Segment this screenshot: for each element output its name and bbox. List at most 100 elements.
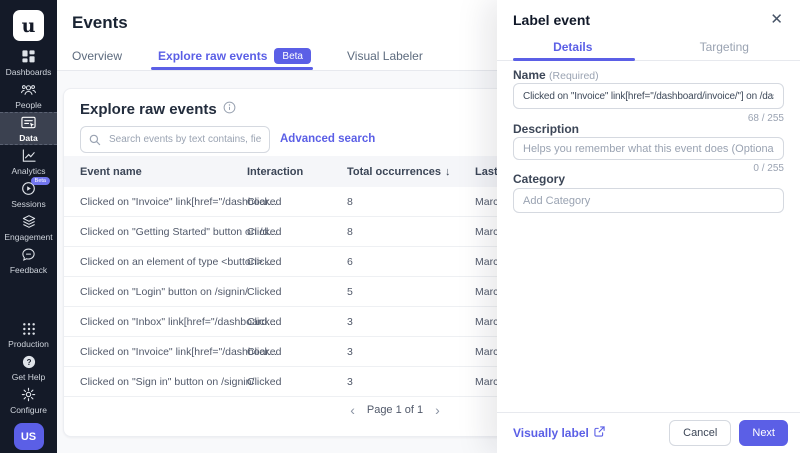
- cell-interaction: Clicked: [247, 316, 281, 328]
- tab-label: Visual Labeler: [347, 49, 423, 63]
- sidebar-label: Analytics: [11, 166, 45, 176]
- sidebar-nav: Dashboards People Data Analytics: [0, 46, 57, 277]
- cell-interaction: Clicked: [247, 376, 281, 388]
- sidebar-item-get-help[interactable]: ? Get Help: [0, 351, 57, 384]
- sidebar-item-people[interactable]: People: [0, 79, 57, 112]
- page-title: Events: [72, 13, 128, 33]
- production-icon: [22, 321, 36, 337]
- search-input[interactable]: [80, 126, 270, 153]
- beta-badge: Beta: [274, 48, 311, 64]
- category-field-label: Category: [513, 172, 565, 186]
- sidebar-label: Get Help: [12, 372, 46, 382]
- sessions-icon: Beta: [21, 181, 36, 197]
- sidebar-label: Dashboards: [6, 67, 52, 77]
- name-field[interactable]: [513, 83, 784, 109]
- sidebar-label: Configure: [10, 405, 47, 415]
- cell-total: 5: [347, 286, 353, 298]
- page-prev-icon[interactable]: ‹: [350, 403, 355, 417]
- cell-total: 3: [347, 376, 353, 388]
- page-label: Page 1 of 1: [367, 404, 423, 416]
- description-field[interactable]: [513, 137, 784, 160]
- data-icon: [20, 115, 37, 131]
- tab-overview[interactable]: Overview: [72, 42, 122, 70]
- column-total-occurrences[interactable]: Total occurrences ↓: [347, 166, 450, 178]
- column-event-name[interactable]: Event name: [80, 166, 142, 178]
- tab-label: Overview: [72, 49, 122, 63]
- sidebar-item-data[interactable]: Data: [0, 112, 57, 145]
- column-interaction[interactable]: Interaction: [247, 166, 303, 178]
- sidebar-label: Engagement: [4, 232, 52, 242]
- required-hint: (Required): [549, 70, 599, 82]
- svg-text:?: ?: [26, 357, 31, 366]
- analytics-icon: [21, 148, 37, 164]
- cell-interaction: Clicked: [247, 226, 281, 238]
- cancel-button[interactable]: Cancel: [669, 420, 731, 446]
- cell-interaction: Clicked: [247, 286, 281, 298]
- cell-event-name: Clicked on an element of type <button> .…: [80, 256, 274, 268]
- sidebar-label: Sessions: [11, 199, 46, 209]
- column-label: Total occurrences: [347, 166, 441, 178]
- cell-interaction: Clicked: [247, 256, 281, 268]
- sidebar: u Dashboards People Data: [0, 0, 57, 453]
- tab-label: Explore raw events: [158, 49, 267, 63]
- sidebar-item-engagement[interactable]: Engagement: [0, 211, 57, 244]
- dashboards-icon: [21, 49, 36, 65]
- card-heading: Explore raw events: [80, 101, 236, 118]
- cell-event-name: Clicked on "Login" button on /signin/: [80, 286, 248, 298]
- sidebar-item-configure[interactable]: Configure: [0, 384, 57, 417]
- card-title: Explore raw events: [80, 101, 217, 118]
- cell-interaction: Clicked: [247, 346, 281, 358]
- tab-details[interactable]: Details: [497, 36, 649, 60]
- sidebar-bottom-nav: Production ? Get Help Configure US: [0, 318, 57, 450]
- cell-total: 8: [347, 226, 353, 238]
- label-event-panel: Label event ✕ Details Targeting Name (Re…: [497, 0, 800, 453]
- category-field[interactable]: [513, 188, 784, 213]
- cell-total: 6: [347, 256, 353, 268]
- panel-footer: Visually label Cancel Next: [497, 412, 800, 453]
- tab-explore-raw-events[interactable]: Explore raw events Beta: [158, 42, 311, 70]
- main-tabs: Overview Explore raw events Beta Visual …: [72, 42, 423, 70]
- sort-desc-icon[interactable]: ↓: [445, 166, 451, 178]
- description-char-counter: 0 / 255: [753, 163, 784, 174]
- app-window: u Dashboards People Data: [0, 0, 800, 453]
- engagement-icon: [21, 214, 37, 230]
- gear-icon: [21, 387, 36, 403]
- close-icon[interactable]: ✕: [766, 8, 787, 30]
- cell-event-name: Clicked on "Sign in" button on /signin/: [80, 376, 254, 388]
- sidebar-item-analytics[interactable]: Analytics: [0, 145, 57, 178]
- userpilot-logo[interactable]: u: [13, 10, 44, 41]
- sidebar-item-production[interactable]: Production: [0, 318, 57, 351]
- tab-visual-labeler[interactable]: Visual Labeler: [347, 42, 423, 70]
- cell-total: 8: [347, 196, 353, 208]
- user-avatar[interactable]: US: [14, 423, 44, 450]
- external-link-icon: [594, 426, 605, 440]
- cell-interaction: Clicked: [247, 196, 281, 208]
- column-last-occurred[interactable]: Last: [475, 166, 498, 178]
- visually-label-link[interactable]: Visually label: [513, 426, 605, 440]
- sidebar-item-feedback[interactable]: Feedback: [0, 244, 57, 277]
- help-icon: ?: [22, 354, 36, 370]
- sidebar-item-dashboards[interactable]: Dashboards: [0, 46, 57, 79]
- cell-total: 3: [347, 316, 353, 328]
- sidebar-label: Production: [8, 339, 49, 349]
- name-field-label: Name (Required): [513, 68, 599, 82]
- feedback-icon: [21, 247, 36, 263]
- visually-label-text: Visually label: [513, 426, 589, 440]
- page-next-icon[interactable]: ›: [435, 403, 440, 417]
- next-button[interactable]: Next: [739, 420, 788, 446]
- sessions-beta-badge: Beta: [31, 177, 50, 186]
- sidebar-label: Feedback: [10, 265, 47, 275]
- sidebar-label: Data: [19, 133, 37, 143]
- sidebar-item-sessions[interactable]: Beta Sessions: [0, 178, 57, 211]
- name-char-counter: 68 / 255: [748, 113, 784, 124]
- info-icon[interactable]: [223, 101, 236, 118]
- panel-tabs: Details Targeting: [497, 36, 800, 61]
- name-label-text: Name: [513, 68, 546, 82]
- footer-buttons: Cancel Next: [669, 420, 788, 446]
- advanced-search-link[interactable]: Advanced search: [280, 133, 375, 145]
- cell-total: 3: [347, 346, 353, 358]
- sidebar-label: People: [15, 100, 41, 110]
- panel-title: Label event: [513, 12, 590, 28]
- description-field-label: Description: [513, 122, 579, 136]
- tab-targeting[interactable]: Targeting: [649, 36, 800, 60]
